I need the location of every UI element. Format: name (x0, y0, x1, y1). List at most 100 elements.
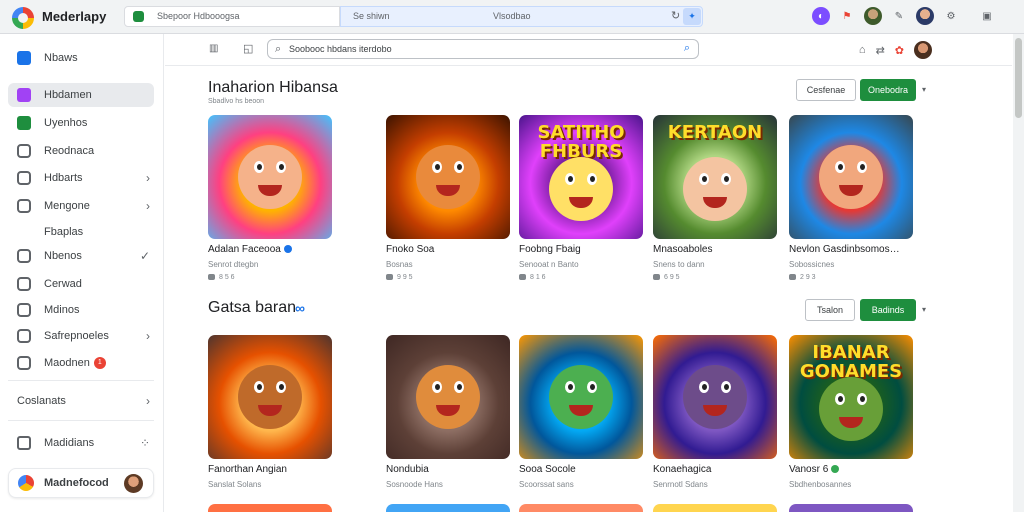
sidebar-item-10[interactable]: Safrepnoeles › (8, 324, 154, 348)
apps-launcher-icon[interactable]: ✿ (895, 44, 904, 57)
game-title-row[interactable]: Nevlon Gasdinbsomos… (789, 244, 913, 255)
character-eye (699, 381, 709, 393)
game-thumbnail[interactable] (386, 115, 510, 239)
game-card[interactable]: Fnoko Soa Bosnas 9 9 5 (386, 115, 510, 281)
sidebar-item-8[interactable]: Cerwad (8, 272, 154, 296)
game-title-row[interactable]: Fnoko Soa (386, 244, 510, 255)
account-avatar-icon[interactable] (916, 7, 934, 25)
game-thumbnail[interactable] (208, 335, 332, 459)
game-title-row[interactable]: Adalan Faceooa (208, 244, 332, 255)
bookmark-icon[interactable]: ◱ (243, 42, 253, 55)
sidebar-item-3[interactable]: Reodnaca (8, 139, 154, 163)
edit-icon[interactable]: ✎ (890, 7, 908, 25)
sidebar-item-5[interactable]: Mengone › (8, 194, 154, 218)
game-card[interactable]: IBANAR GONAMES Vanosr 6 Sbdhenbosannes (789, 335, 913, 489)
game-title-row[interactable]: Nondubia (386, 464, 510, 475)
sidebar-toggle-icon[interactable]: ▥ (209, 43, 218, 54)
character-eye (432, 161, 442, 173)
reload-icon[interactable]: ↻ (671, 9, 680, 22)
game-thumbnail[interactable] (208, 115, 332, 239)
sidebar-item-1[interactable]: Hbdamen (8, 83, 154, 107)
game-thumbnail[interactable]: IBANAR GONAMES (789, 335, 913, 459)
game-card[interactable]: Nondubia Sosnoode Hans (386, 335, 510, 489)
game-card[interactable]: Fanorthan Angian Sanslat Solans (208, 335, 332, 489)
next-row-card-peek[interactable] (789, 504, 913, 512)
sidebar-item-label: Maodnen (44, 357, 90, 369)
character-eye (432, 381, 442, 393)
profile-avatar-icon[interactable] (864, 7, 882, 25)
game-thumbnail[interactable] (789, 115, 913, 239)
address-bar[interactable]: Sbepoor Hdbooogsa (124, 6, 340, 27)
game-title: Fanorthan Angian (208, 464, 287, 475)
section-primary-button[interactable]: Onebodra (860, 79, 916, 101)
game-title-row[interactable]: Vanosr 6 (789, 464, 913, 475)
sidebar: Nbaws Hbdamen Uyenhos Reodnaca Hdbarts › Mengo… (0, 34, 164, 512)
settings-icon[interactable]: ⚙ (942, 7, 960, 25)
character-illustration (683, 365, 747, 429)
sidebar-item-2[interactable]: Uyenhos (8, 111, 154, 135)
character-eye (857, 393, 867, 405)
voice-search-icon[interactable]: ✦ (683, 8, 701, 25)
game-developer: Senrnotl Sdans (653, 480, 708, 489)
sidebar-item-label: Safrepnoeles (44, 330, 109, 342)
chevron-right-icon: › (146, 394, 150, 408)
sidebar-item-4[interactable]: Hdbarts › (8, 166, 154, 190)
scrollbar-thumb[interactable] (1015, 38, 1022, 118)
scrollbar[interactable] (1013, 34, 1024, 512)
section-secondary-button[interactable]: Tsalon (805, 299, 855, 321)
game-card[interactable]: SATITHO FHBURS Foobng Fbaig Senooat n Bant… (519, 115, 643, 281)
game-title-row[interactable]: Konaehagica (653, 464, 777, 475)
home-outline-icon[interactable]: ⌂ (859, 44, 866, 56)
controller-icon (653, 274, 660, 281)
game-card[interactable]: Sooa Socole Scoorssat sans (519, 335, 643, 489)
game-thumbnail[interactable] (519, 335, 643, 459)
next-row-card-peek[interactable] (386, 504, 510, 512)
apps-icon (17, 116, 31, 130)
user-avatar[interactable] (914, 41, 932, 59)
game-title: Nevlon Gasdinbsomos… (789, 244, 900, 255)
game-card[interactable]: Nevlon Gasdinbsomos… Sobossicnes 2 9 3 (789, 115, 913, 281)
character-eye (254, 161, 264, 173)
search-submit-icon[interactable]: ⌕ (684, 42, 690, 55)
search-input[interactable]: ⌕ Soobooc hbdans iterdobo ⌕ (267, 39, 699, 59)
account-switcher[interactable]: Madnefocod (8, 468, 154, 498)
app-logo-icon[interactable] (12, 7, 34, 29)
search-tab[interactable]: Se shiwn Vlsodbao ↻ ✦ (340, 6, 703, 27)
sidebar-group-header[interactable]: Coslanats › (8, 389, 154, 413)
section-secondary-button[interactable]: Cesfenae (796, 79, 856, 101)
window-icon[interactable]: ▣ (978, 7, 996, 25)
game-thumbnail[interactable]: KERTAON (653, 115, 777, 239)
game-meta-text: 8 5 6 (219, 274, 235, 281)
game-thumbnail[interactable]: SATITHO FHBURS (519, 115, 643, 239)
game-card[interactable]: KERTAON Mnasoaboles Snens to dann 6 9 5 (653, 115, 777, 281)
share-icon[interactable]: ⇄ (876, 44, 885, 57)
game-title-row[interactable]: Sooa Socole (519, 464, 643, 475)
game-card[interactable]: Adalan Faceooa Senrot dtegbn 8 5 6 (208, 115, 332, 281)
next-row-card-peek[interactable] (208, 504, 332, 512)
extension-icon[interactable]: ◐ (812, 7, 830, 25)
notification-badge: 1 (93, 357, 106, 369)
game-title-row[interactable]: Fanorthan Angian (208, 464, 332, 475)
game-developer: Sanslat Solans (208, 480, 262, 489)
game-title-row[interactable]: Mnasoaboles (653, 244, 777, 255)
flag-icon[interactable]: ⚑ (838, 7, 856, 25)
character-eye (587, 173, 597, 185)
address-text: Sbepoor Hdbooogsa (157, 11, 240, 21)
sidebar-item-7[interactable]: Nbenos ✓ (8, 244, 154, 268)
game-meta-text: 2 9 3 (800, 274, 816, 281)
chevron-down-icon[interactable]: ▾ (922, 305, 926, 314)
game-title-row[interactable]: Foobng Fbaig (519, 244, 643, 255)
chevron-down-icon[interactable]: ▾ (922, 85, 926, 94)
game-thumbnail[interactable] (386, 335, 510, 459)
next-row-card-peek[interactable] (653, 504, 777, 512)
sidebar-item-6[interactable]: Fbaplas (8, 220, 154, 244)
game-card[interactable]: Konaehagica Senrnotl Sdans (653, 335, 777, 489)
sidebar-item-11[interactable]: Maodnen 1 (8, 351, 154, 375)
section-primary-button[interactable]: Badinds (860, 299, 916, 321)
section-title: Gatsa baran (208, 299, 297, 316)
sidebar-item-0[interactable]: Nbaws (8, 46, 154, 70)
next-row-card-peek[interactable] (519, 504, 643, 512)
game-thumbnail[interactable] (653, 335, 777, 459)
sidebar-item-9[interactable]: Mdinos (8, 298, 154, 322)
sidebar-item-bottom[interactable]: Madidians ⁘ (8, 431, 154, 455)
